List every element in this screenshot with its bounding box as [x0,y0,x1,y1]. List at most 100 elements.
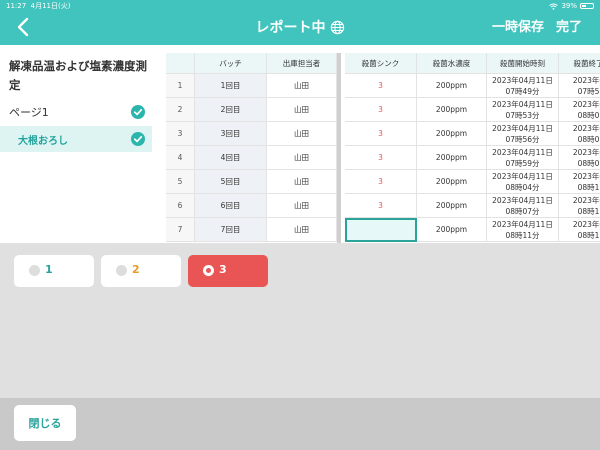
status-time: 11:27 4月11日(火) [6,2,71,10]
time-text: 07時5 [577,86,600,96]
back-button[interactable] [14,16,34,38]
start-time-cell[interactable]: 2023年04月11日 08時04分 [487,170,559,194]
close-button[interactable]: 閉じる [14,405,76,441]
header-end-time: 殺菌終了 [559,53,600,74]
batch-cell: 1回目 [195,74,267,98]
row-number: 4 [166,146,195,170]
end-time-cell[interactable]: 2023年008時1 [559,194,600,218]
sink-cell[interactable]: 3 [345,74,417,98]
header-start-time: 殺菌開始時刻 [487,53,559,74]
start-time-cell[interactable]: 2023年04月11日 07時49分 [487,74,559,98]
header-bar: 11:27 4月11日(火) 39% レポート中 一時保存 完了 [0,0,600,45]
time-text: 08時1 [577,230,600,240]
batch-cell: 3回目 [195,122,267,146]
done-button[interactable]: 完了 [556,18,582,38]
row-number: 5 [166,170,195,194]
time-text: 2023年04月11日 [492,147,553,157]
sink-cell[interactable]: 3 [345,194,417,218]
batch-cell: 6回目 [195,194,267,218]
staff-cell: 山田 [267,122,337,146]
time-text: 07時59分 [505,158,540,168]
option-2-button[interactable]: 2 [101,255,181,287]
end-time-cell[interactable]: 2023年007時5 [559,74,600,98]
staff-cell: 山田 [267,146,337,170]
end-time-cell[interactable]: 2023年008時1 [559,170,600,194]
status-right: 39% [549,0,594,12]
concentration-cell[interactable]: 200ppm [417,98,487,122]
sidebar: 解凍品温および塩素濃度測定 ページ1 大根おろし [0,45,152,243]
concentration-cell[interactable]: 200ppm [417,218,487,242]
radio-icon [116,265,127,276]
sidebar-item-page1[interactable]: ページ1 [0,101,152,123]
time-text: 07時56分 [505,134,540,144]
time-text: 2023年04月11日 [492,99,553,109]
option-1-button[interactable]: 1 [14,255,94,287]
row-number: 3 [166,122,195,146]
sink-cell[interactable]: 3 [345,146,417,170]
time-text: 2023年0 [572,147,600,157]
sink-cell[interactable]: 3 [345,170,417,194]
end-time-cell[interactable]: 2023年008時0 [559,122,600,146]
wifi-icon [549,3,559,10]
sidebar-item-daikon-oroshi[interactable]: 大根おろし [0,126,152,152]
time-text: 08時0 [577,134,600,144]
report-title: 解凍品温および塩素濃度測定 [9,59,147,92]
header-staff: 出庫担当者 [267,53,337,74]
start-time-cell[interactable]: 2023年04月11日 08時07分 [487,194,559,218]
option-label: 3 [219,263,227,276]
time-text: 2023年0 [572,219,600,229]
end-time-cell[interactable]: 2023年008時0 [559,98,600,122]
concentration-cell[interactable]: 200ppm [417,146,487,170]
time-text: 08時11分 [505,230,540,240]
row-number: 1 [166,74,195,98]
check-circle-icon [131,105,145,119]
option-label: 1 [45,263,53,276]
radio-icon [29,265,40,276]
selected-cell-highlight [345,218,417,242]
time-text: 08時1 [577,182,600,192]
check-circle-icon [131,132,145,146]
option-label: 2 [132,263,140,276]
temporary-save-button[interactable]: 一時保存 [492,18,544,38]
concentration-cell[interactable]: 200ppm [417,194,487,218]
start-time-cell[interactable]: 2023年04月11日 08時11分 [487,218,559,242]
start-time-cell[interactable]: 2023年04月11日 07時53分 [487,98,559,122]
concentration-cell[interactable]: 200ppm [417,170,487,194]
header-batch: バッチ [195,53,267,74]
staff-cell: 山田 [267,74,337,98]
sink-cell[interactable]: 3 [345,98,417,122]
status-bar: 11:27 4月11日(火) 39% [0,0,600,12]
time-text: 2023年04月11日 [492,195,553,205]
data-table: バッチ 出庫担当者 殺菌シンク 殺菌水濃度 殺菌開始時刻 殺菌終了 1 1回目 山田 3 200pp… [166,45,600,243]
batch-cell: 2回目 [195,98,267,122]
time-text: 08時0 [577,110,600,120]
battery-icon [580,3,594,9]
radio-selected-icon [203,265,214,276]
app-root: 11:27 4月11日(火) 39% レポート中 一時保存 完了 解凍品温および… [0,0,600,450]
concentration-cell[interactable]: 200ppm [417,74,487,98]
time-text: 2023年0 [572,75,600,85]
frozen-column-divider[interactable] [337,53,341,243]
end-time-cell[interactable]: 2023年008時1 [559,218,600,242]
staff-cell: 山田 [267,194,337,218]
concentration-cell[interactable]: 200ppm [417,122,487,146]
header-sink: 殺菌シンク [345,53,417,74]
globe-icon[interactable] [330,20,345,35]
sink-cell[interactable]: 3 [345,122,417,146]
start-time-cell[interactable]: 2023年04月11日 07時56分 [487,122,559,146]
end-time-cell[interactable]: 2023年008時0 [559,146,600,170]
option-3-button[interactable]: 3 [188,255,268,287]
staff-cell: 山田 [267,170,337,194]
row-number: 7 [166,218,195,242]
corner-cell [166,53,195,74]
sidebar-item-label: ページ1 [9,106,49,119]
row-number: 2 [166,98,195,122]
sidebar-item-label: 大根おろし [18,136,68,147]
time-text: 2023年04月11日 [492,123,553,133]
time-text: 08時07分 [505,206,540,216]
battery-percent: 39% [561,2,577,10]
start-time-cell[interactable]: 2023年04月11日 07時59分 [487,146,559,170]
time-text: 2023年04月11日 [492,75,553,85]
chevron-left-icon [17,17,29,37]
time-text: 07時53分 [505,110,540,120]
